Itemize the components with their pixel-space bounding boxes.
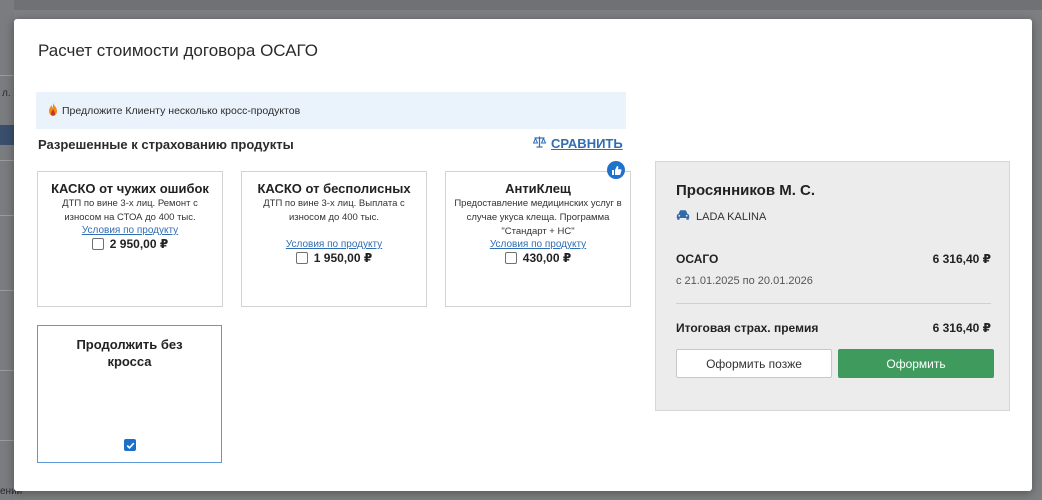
product-price-row: 1 950,00 ₽ (248, 251, 420, 265)
product-conditions-link[interactable]: Условия по продукту (452, 239, 624, 250)
product-checkbox[interactable] (504, 252, 517, 264)
scales-icon (532, 136, 547, 151)
product-title: АнтиКлещ (505, 181, 571, 196)
background-divider (0, 160, 14, 161)
continue-without-cross-card[interactable]: Продолжить без кросса (37, 325, 222, 463)
product-price: 430,00 ₽ (522, 251, 572, 265)
thumbs-up-icon (607, 161, 625, 179)
background-divider (0, 290, 14, 291)
vehicle-name: LADA KALINA (696, 210, 767, 223)
background-highlight-row (0, 125, 14, 145)
product-price-row: 2 950,00 ₽ (44, 237, 216, 251)
product-checkbox[interactable] (91, 238, 104, 250)
background-topbar (0, 0, 1042, 10)
background-divider (0, 75, 14, 76)
flame-icon (48, 102, 58, 119)
osago-label: ОСАГО (676, 252, 719, 266)
client-name: Просянников М. С. (676, 182, 816, 199)
car-icon (676, 210, 690, 223)
product-price: 2 950,00 ₽ (109, 237, 169, 251)
product-conditions-link[interactable]: Условия по продукту (248, 239, 420, 250)
vehicle-info: LADA KALINA (676, 210, 766, 223)
product-description: ДТП по вине 3-х лиц. Ремонт с износом на… (62, 198, 198, 223)
product-conditions-link[interactable]: Условия по продукту (44, 225, 216, 236)
issue-later-button[interactable]: Оформить позже (676, 349, 832, 378)
skip-option-checkbox[interactable] (124, 439, 136, 451)
total-premium-value: 6 316,40 ₽ (932, 321, 991, 335)
osago-calculation-modal: Расчет стоимости договора ОСАГО Предложи… (14, 19, 1032, 491)
total-premium-label: Итоговая страх. премия (676, 321, 819, 335)
product-card-antitick[interactable]: АнтиКлещ Предоставление медицинских услу… (445, 171, 631, 307)
summary-panel: Просянников М. С. LADA KALINA ОСАГО 6 31… (655, 161, 1010, 411)
product-description: Предоставление медицинских услуг в случа… (454, 198, 622, 237)
cross-sell-hint: Предложите Клиенту несколько кросс-проду… (36, 92, 626, 129)
product-title: КАСКО от бесполисных (257, 181, 411, 196)
hint-text: Предложите Клиенту несколько кросс-проду… (62, 104, 301, 117)
compare-label: СРАВНИТЬ (551, 136, 623, 151)
product-checkbox[interactable] (295, 252, 308, 264)
product-card-kasko-uninsured[interactable]: КАСКО от бесполисных ДТП по вине 3-х лиц… (241, 171, 427, 307)
product-price: 1 950,00 ₽ (313, 251, 373, 265)
section-title: Разрешенные к страхованию продукты (38, 137, 294, 152)
policy-period: с 21.01.2025 по 20.01.2026 (676, 275, 813, 287)
skip-option-title: Продолжить без кросса (76, 337, 183, 369)
modal-title: Расчет стоимости договора ОСАГО (38, 41, 319, 60)
background-divider (0, 215, 14, 216)
product-card-kasko-errors[interactable]: КАСКО от чужих ошибок ДТП по вине 3-х ли… (37, 171, 223, 307)
checkmark-icon (126, 442, 135, 450)
summary-divider (676, 303, 991, 304)
osago-value: 6 316,40 ₽ (932, 252, 991, 266)
product-title: КАСКО от чужих ошибок (51, 181, 209, 196)
background-divider (0, 370, 14, 371)
background-text: л. (2, 88, 11, 99)
compare-link[interactable]: СРАВНИТЬ (532, 136, 623, 151)
issue-button[interactable]: Оформить (838, 349, 994, 378)
product-price-row: 430,00 ₽ (452, 251, 624, 265)
background-divider (0, 440, 14, 441)
product-description: ДТП по вине 3-х лиц. Выплата с износом д… (263, 198, 405, 223)
